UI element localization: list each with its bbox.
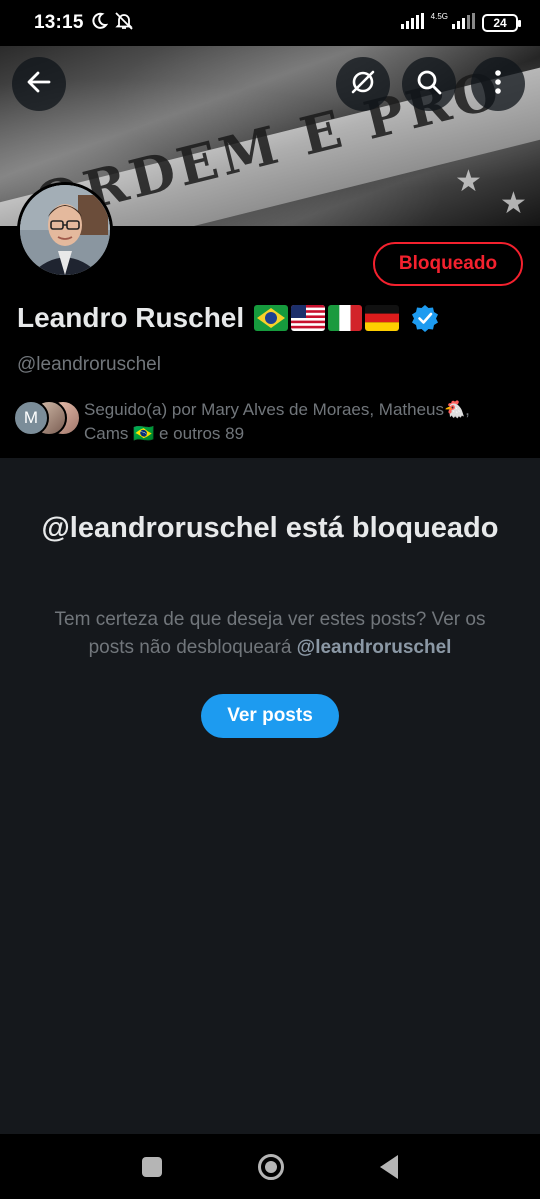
profile-header: Bloqueado Leandro Ruschel @leandrorusche…: [0, 182, 540, 458]
star-icon: ★: [455, 165, 482, 198]
back-button[interactable]: [12, 57, 66, 111]
recent-apps-icon[interactable]: [142, 1156, 162, 1177]
blocked-notice: @leandroruschel está bloqueado Tem certe…: [0, 458, 540, 1134]
signal-icon: [400, 12, 425, 34]
brazil-flag-icon: [254, 305, 289, 331]
italy-flag-icon: [328, 305, 363, 331]
name-row: Leandro Ruschel: [17, 302, 439, 334]
star-icon: ★: [500, 187, 527, 220]
grok-button[interactable]: [336, 57, 390, 111]
home-icon[interactable]: [258, 1153, 284, 1180]
followers-line: Cams 🇧🇷 e outros 89: [84, 424, 245, 443]
followers-line: Seguido(a) por Mary Alves de Moraes, Mat…: [84, 400, 470, 419]
network-type: 4.5G: [430, 11, 448, 21]
followed-by[interactable]: M Seguido(a) por Mary Alves de Moraes, M…: [13, 398, 514, 446]
grok-icon: [349, 68, 377, 101]
view-posts-button[interactable]: Ver posts: [201, 694, 339, 738]
avatar[interactable]: [17, 182, 113, 278]
back-icon[interactable]: [380, 1154, 398, 1179]
blocked-button[interactable]: Bloqueado: [373, 242, 523, 286]
status-bar: 13:15 4.5G 24: [0, 0, 540, 46]
system-nav-bar: [0, 1134, 540, 1199]
signal-icon: [452, 12, 476, 34]
battery-level: 24: [493, 16, 507, 30]
search-icon: [415, 68, 443, 101]
germany-flag-icon: [365, 305, 400, 331]
profile-handle: @leandroruschel: [17, 354, 161, 375]
status-time: 13:15: [34, 12, 84, 33]
avatar-image: [20, 185, 110, 275]
follower-avatar: M: [13, 400, 49, 436]
verified-badge-icon[interactable]: [411, 304, 439, 332]
arrow-left-icon: [25, 68, 53, 101]
blocked-handle: @leandroruschel: [296, 637, 452, 658]
search-button[interactable]: [402, 57, 456, 111]
moon-icon: [90, 12, 108, 35]
blocked-title: @leandroruschel está bloqueado: [41, 512, 499, 544]
bell-off-icon: [114, 11, 134, 36]
display-name: Leandro Ruschel: [17, 302, 245, 333]
usa-flag-icon: [291, 305, 326, 331]
blocked-description: Tem certeza de que deseja ver estes post…: [54, 609, 486, 658]
more-vertical-icon: [494, 68, 502, 101]
more-button[interactable]: [471, 57, 525, 111]
battery-icon: 24: [482, 14, 521, 32]
